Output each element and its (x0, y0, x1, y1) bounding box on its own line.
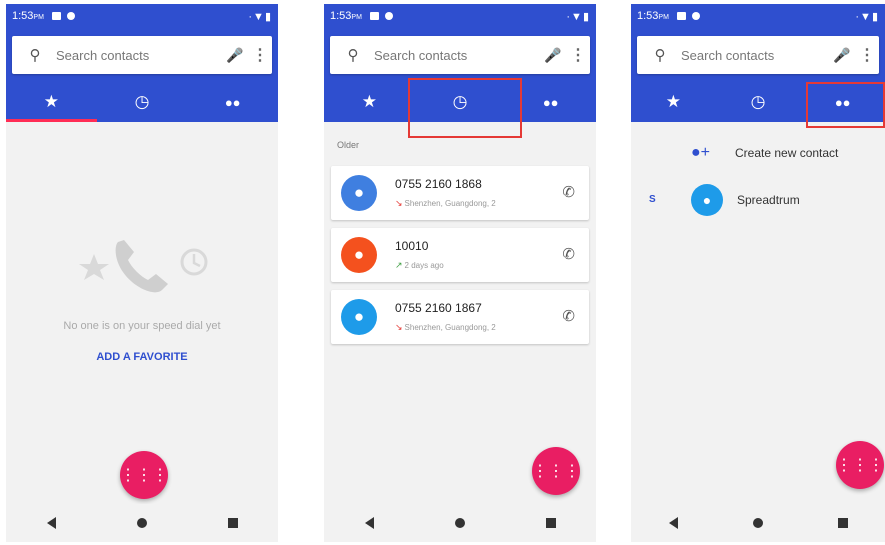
create-contact-label: Create new contact (735, 146, 839, 160)
tab-recents[interactable]: ◷ (716, 82, 801, 122)
phone-screen-recents: 1:53PM ·▼▮ ⚲ Search contacts 🎤 ⋮ ★ ◷ ●● … (324, 4, 596, 542)
home-icon[interactable] (752, 518, 763, 528)
empty-message: No one is on your speed dial yet (63, 320, 221, 332)
dialpad-icon: ⋮⋮⋮ (836, 457, 884, 474)
navigation-bar (324, 504, 596, 542)
index-letter: S (649, 194, 656, 205)
avatar: ● (341, 237, 377, 273)
status-bar: 1:53PM ·▼▮ (6, 4, 278, 28)
tab-contacts[interactable]: ●● (187, 82, 278, 122)
tab-bar: ★ ◷ ●● (6, 82, 278, 122)
recents-icon[interactable] (837, 518, 848, 528)
status-bar: 1:53PM ·▼▮ (631, 4, 885, 28)
notification-icon (691, 12, 700, 20)
contact-name: Spreadtrum (737, 193, 800, 207)
navigation-bar (631, 504, 885, 542)
phone-screen-speed-dial: 1:53PM ·▼▮ ⚲ Search contacts 🎤 ⋮ ★ ◷ ●● … (6, 4, 278, 542)
dialpad-fab[interactable]: ⋮⋮⋮ (532, 447, 580, 495)
search-bar[interactable]: ⚲ Search contacts 🎤 ⋮ (330, 36, 590, 74)
call-detail: ↗ 2 days ago (395, 260, 444, 270)
call-number: 10010 (395, 239, 429, 253)
navigation-bar (6, 504, 278, 542)
empty-speed-dial-illustration (76, 232, 216, 302)
status-bar: 1:53PM ·▼▮ (324, 4, 596, 28)
phone-icon[interactable]: ✆ (562, 307, 575, 325)
recents-icon[interactable] (227, 518, 238, 528)
signal-battery-icon: ·▼▮ (566, 10, 590, 23)
call-detail: ↘ Shenzhen, Guangdong, 2 (395, 198, 496, 208)
missed-call-icon: ↘ (395, 322, 403, 332)
status-time: 1:53PM (637, 10, 669, 22)
mic-icon[interactable]: 🎤 (540, 47, 566, 64)
avatar: ● (341, 299, 377, 335)
avatar: ● (341, 175, 377, 211)
call-log-item[interactable]: ● 0755 2160 1868 ↘ Shenzhen, Guangdong, 2… (331, 166, 589, 220)
clock-icon: ◷ (134, 92, 150, 111)
notification-icon (51, 12, 61, 20)
home-icon[interactable] (136, 518, 147, 528)
call-log-item[interactable]: ● 10010 ↗ 2 days ago ✆ (331, 228, 589, 282)
speed-dial-content: No one is on your speed dial yet ADD A F… (6, 122, 278, 504)
notification-icon (676, 12, 686, 20)
signal-battery-icon: ·▼▮ (855, 10, 879, 23)
add-person-icon: ●+ (691, 144, 711, 161)
dialpad-fab[interactable]: ⋮⋮⋮ (836, 441, 884, 489)
back-icon[interactable] (46, 517, 56, 529)
tab-recents[interactable]: ◷ (97, 82, 188, 122)
search-bar[interactable]: ⚲ Search contacts 🎤 ⋮ (12, 36, 272, 74)
notification-icon (384, 12, 393, 20)
phone-icon[interactable]: ✆ (562, 245, 575, 263)
more-vert-icon[interactable]: ⋮ (248, 45, 272, 65)
people-icon: ●● (224, 94, 241, 110)
dialpad-icon: ⋮⋮⋮ (532, 463, 580, 480)
add-favorite-button[interactable]: ADD A FAVORITE (6, 351, 278, 363)
star-icon (79, 254, 109, 280)
search-icon: ⚲ (347, 47, 359, 64)
avatar: ● (691, 184, 723, 216)
create-new-contact[interactable]: ●+ Create new contact (691, 144, 838, 162)
more-vert-icon[interactable]: ⋮ (566, 45, 590, 65)
search-icon: ⚲ (654, 47, 666, 64)
star-icon: ★ (43, 92, 59, 111)
star-icon: ★ (665, 92, 681, 111)
people-icon: ●● (542, 94, 559, 110)
notification-icon (369, 12, 379, 20)
mic-icon[interactable]: 🎤 (222, 47, 248, 64)
status-time: 1:53PM (12, 10, 44, 22)
call-number: 0755 2160 1867 (395, 301, 482, 315)
contact-item[interactable]: ● Spreadtrum (691, 184, 800, 216)
recents-icon[interactable] (545, 518, 556, 528)
call-detail: ↘ Shenzhen, Guangdong, 2 (395, 322, 496, 332)
tab-speed-dial[interactable]: ★ (6, 82, 97, 122)
phone-screen-contacts: 1:53PM ·▼▮ ⚲ Search contacts 🎤 ⋮ ★ ◷ ●● … (631, 4, 885, 542)
outgoing-call-icon: ↗ (395, 260, 403, 270)
star-icon: ★ (361, 92, 377, 111)
search-input[interactable]: Search contacts (681, 48, 829, 63)
phone-icon (115, 240, 168, 293)
back-icon[interactable] (668, 517, 678, 529)
app-bar: ⚲ Search contacts 🎤 ⋮ ★ ◷ ●● (6, 28, 278, 122)
notification-icon (66, 12, 75, 20)
signal-battery-icon: ·▼▮ (248, 10, 272, 23)
mic-icon[interactable]: 🎤 (829, 47, 855, 64)
clock-icon: ◷ (750, 92, 766, 111)
more-vert-icon[interactable]: ⋮ (855, 45, 879, 65)
tab-speed-dial[interactable]: ★ (631, 82, 716, 122)
search-input[interactable]: Search contacts (56, 48, 222, 63)
dialpad-icon: ⋮⋮⋮ (120, 467, 168, 484)
call-number: 0755 2160 1868 (395, 177, 482, 191)
search-input[interactable]: Search contacts (374, 48, 540, 63)
section-label: Older (337, 140, 360, 150)
search-bar[interactable]: ⚲ Search contacts 🎤 ⋮ (637, 36, 879, 74)
search-icon: ⚲ (29, 47, 41, 64)
status-time: 1:53PM (330, 10, 362, 22)
tab-speed-dial[interactable]: ★ (324, 82, 415, 122)
missed-call-icon: ↘ (395, 198, 403, 208)
home-icon[interactable] (454, 518, 465, 528)
phone-icon[interactable]: ✆ (562, 183, 575, 201)
dialpad-fab[interactable]: ⋮⋮⋮ (120, 451, 168, 499)
back-icon[interactable] (364, 517, 374, 529)
call-log-item[interactable]: ● 0755 2160 1867 ↘ Shenzhen, Guangdong, 2… (331, 290, 589, 344)
